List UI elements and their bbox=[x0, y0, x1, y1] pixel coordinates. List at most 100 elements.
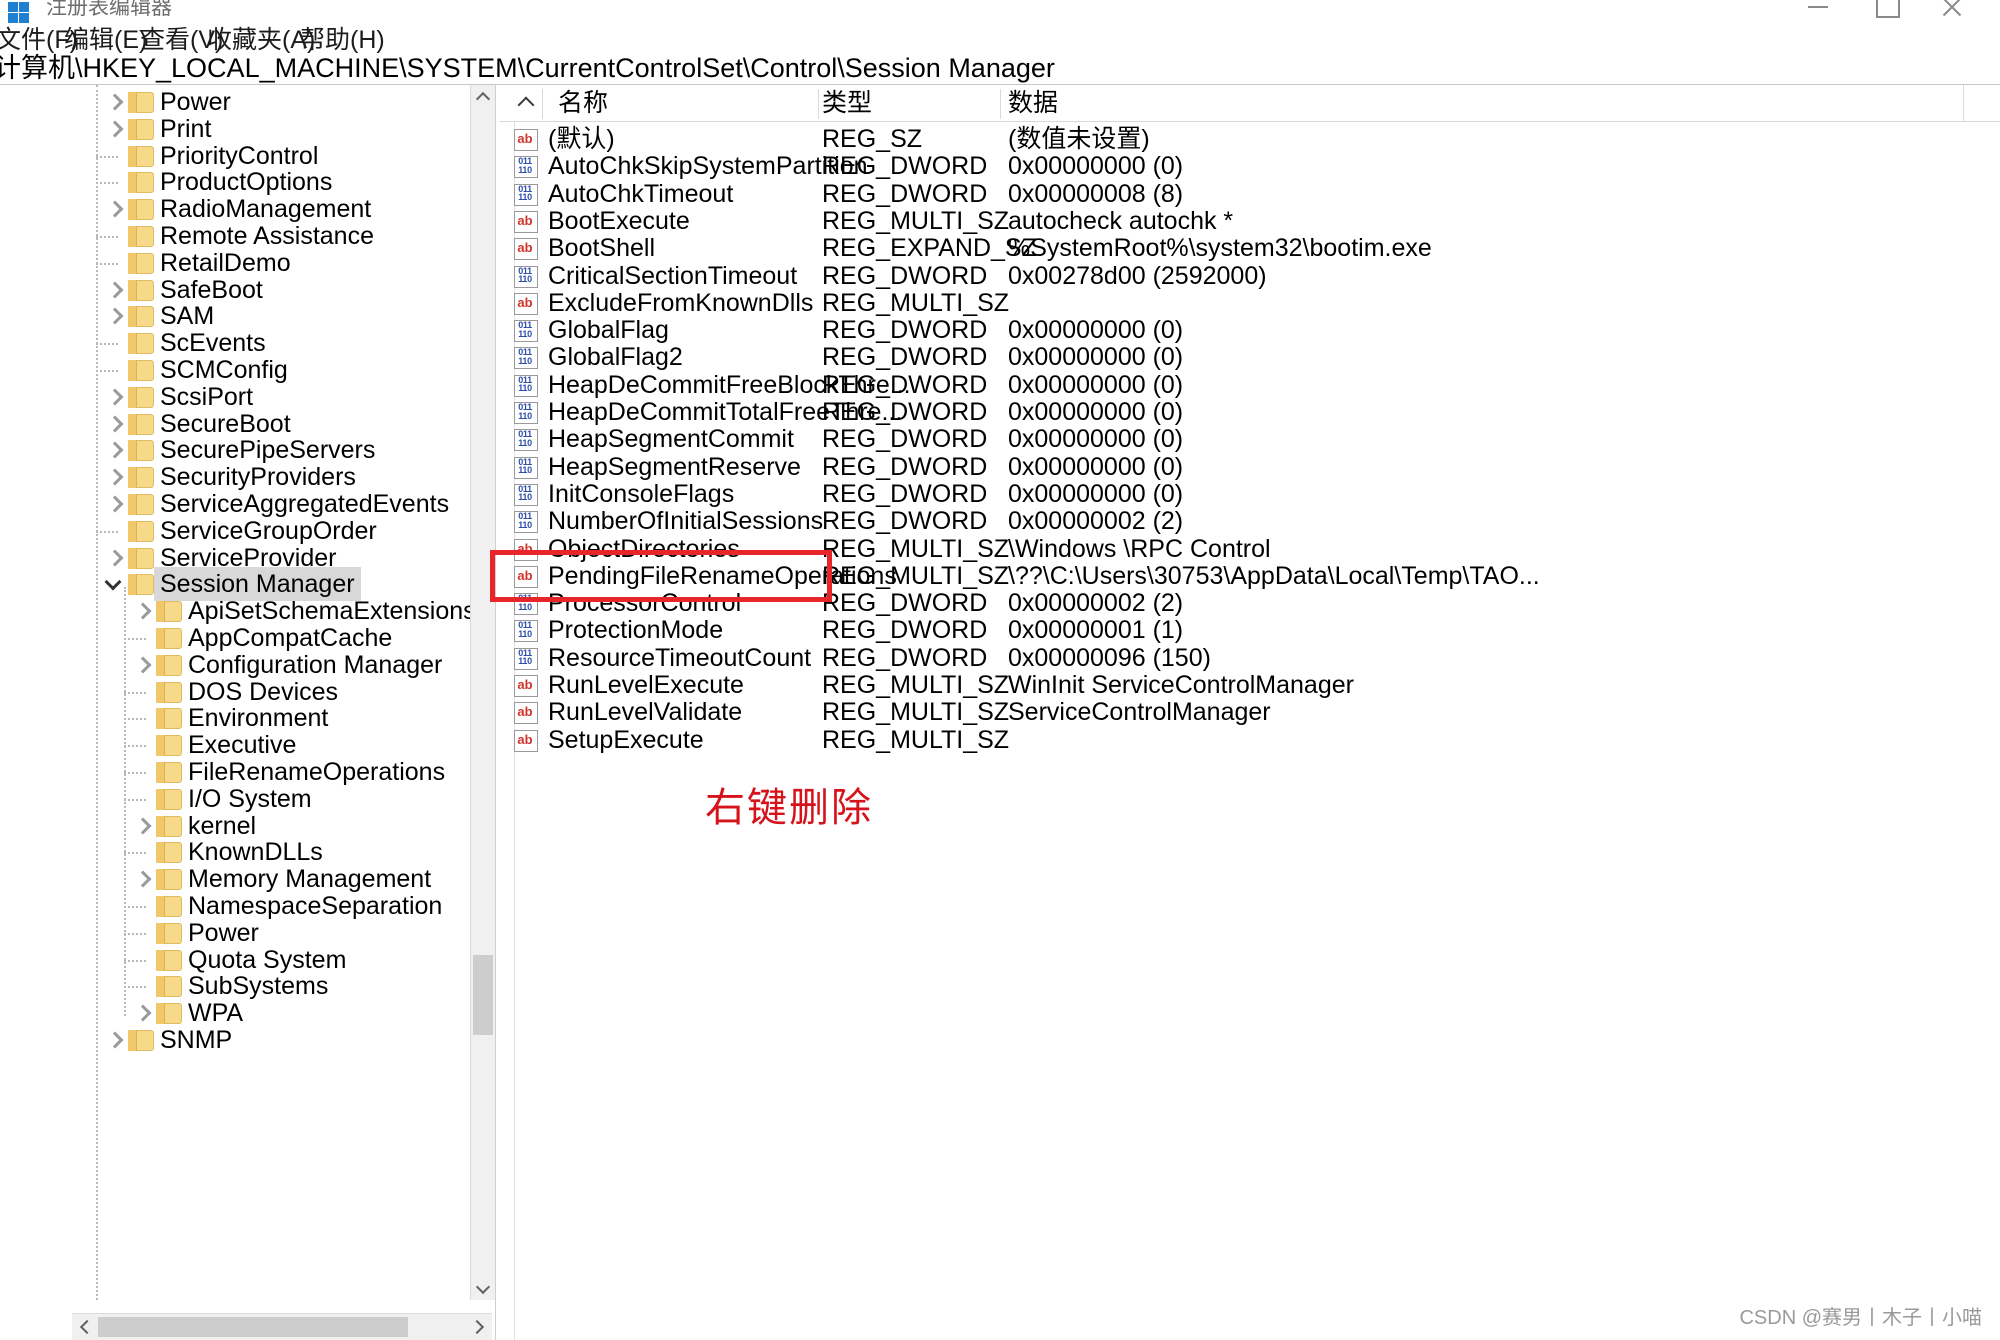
chevron-right-icon[interactable] bbox=[106, 416, 122, 432]
table-row[interactable]: abRunLevelExecuteREG_MULTI_SZWinInit Ser… bbox=[500, 672, 2000, 699]
table-row[interactable]: 011110HeapDeCommitTotalFreeThre...REG_DW… bbox=[500, 399, 2000, 426]
column-header-name[interactable]: 名称 bbox=[558, 85, 608, 121]
tree-item-label: SNMP bbox=[160, 1023, 232, 1057]
table-row[interactable]: 011110GlobalFlagREG_DWORD0x00000000 (0) bbox=[500, 317, 2000, 344]
registry-path: 计算机\HKEY_LOCAL_MACHINE\SYSTEM\CurrentCon… bbox=[0, 52, 1055, 84]
chevron-right-icon[interactable] bbox=[106, 121, 122, 137]
maximize-button[interactable] bbox=[1876, 0, 1900, 18]
table-row[interactable]: 011110HeapSegmentReserveREG_DWORD0x00000… bbox=[500, 454, 2000, 481]
chevron-right-icon[interactable] bbox=[106, 496, 122, 512]
value-name: RunLevelValidate bbox=[548, 699, 742, 726]
close-button[interactable] bbox=[1940, 0, 1962, 18]
chevron-right-icon[interactable] bbox=[134, 818, 150, 834]
folder-icon bbox=[156, 655, 182, 676]
registry-tree[interactable]: PowerPrintPriorityControlProductOptionsR… bbox=[72, 85, 492, 1300]
value-type: REG_DWORD bbox=[822, 508, 987, 535]
chevron-right-icon[interactable] bbox=[106, 1032, 122, 1048]
address-bar[interactable]: 计算机\HKEY_LOCAL_MACHINE\SYSTEM\CurrentCon… bbox=[0, 54, 2000, 85]
value-name: BootExecute bbox=[548, 208, 690, 235]
chevron-right-icon[interactable] bbox=[134, 871, 150, 887]
hscroll-thumb[interactable] bbox=[98, 1317, 408, 1337]
value-type: REG_DWORD bbox=[822, 153, 987, 180]
value-name: ProtectionMode bbox=[548, 617, 723, 644]
value-type: REG_MULTI_SZ bbox=[822, 536, 1009, 563]
table-row[interactable]: 011110NumberOfInitialSessionsREG_DWORD0x… bbox=[500, 508, 2000, 535]
chevron-right-icon[interactable] bbox=[134, 1005, 150, 1021]
table-row[interactable]: 011110HeapDeCommitFreeBlockThre...REG_DW… bbox=[500, 372, 2000, 399]
folder-icon bbox=[128, 467, 154, 488]
value-name: BootShell bbox=[548, 235, 655, 262]
chevron-right-icon[interactable] bbox=[106, 282, 122, 298]
table-row[interactable]: abBootShellREG_EXPAND_SZ%SystemRoot%\sys… bbox=[500, 235, 2000, 262]
value-name: HeapSegmentReserve bbox=[548, 454, 801, 481]
table-row[interactable]: 011110InitConsoleFlagsREG_DWORD0x0000000… bbox=[500, 481, 2000, 508]
table-row[interactable]: abSetupExecuteREG_MULTI_SZ bbox=[500, 727, 2000, 754]
chevron-right-icon[interactable] bbox=[106, 94, 122, 110]
value-name: HeapSegmentCommit bbox=[548, 426, 794, 453]
tree-connector bbox=[124, 799, 146, 801]
folder-icon bbox=[128, 199, 154, 220]
main-content: PowerPrintPriorityControlProductOptionsR… bbox=[0, 85, 2000, 1340]
table-row[interactable]: 011110HeapSegmentCommitREG_DWORD0x000000… bbox=[500, 426, 2000, 453]
value-data: %SystemRoot%\system32\bootim.exe bbox=[1008, 235, 1432, 262]
scroll-right-arrow-icon[interactable] bbox=[466, 1314, 492, 1340]
tree-connector bbox=[96, 370, 118, 372]
tree-item-snmp[interactable]: SNMP bbox=[72, 1023, 492, 1057]
table-row[interactable]: abExcludeFromKnownDllsREG_MULTI_SZ bbox=[500, 290, 2000, 317]
chevron-right-icon[interactable] bbox=[106, 442, 122, 458]
value-type: REG_DWORD bbox=[822, 344, 987, 371]
folder-icon bbox=[128, 387, 154, 408]
value-data: 0x00000000 (0) bbox=[1008, 399, 1183, 426]
value-name: SetupExecute bbox=[548, 727, 704, 754]
chevron-down-icon[interactable] bbox=[106, 576, 122, 592]
table-row[interactable]: 011110ProtectionModeREG_DWORD0x00000001 … bbox=[500, 617, 2000, 644]
string-value-icon: ab bbox=[514, 129, 538, 151]
table-row[interactable]: abBootExecuteREG_MULTI_SZautocheck autoc… bbox=[500, 208, 2000, 235]
chevron-right-icon[interactable] bbox=[106, 201, 122, 217]
value-data: 0x00000002 (2) bbox=[1008, 508, 1183, 535]
tree-connector bbox=[124, 718, 146, 720]
minimize-button[interactable] bbox=[1808, 6, 1828, 8]
column-header-data[interactable]: 数据 bbox=[1008, 85, 1058, 121]
tree-scroll-thumb[interactable] bbox=[473, 955, 493, 1035]
tree-horizontal-scrollbar[interactable] bbox=[72, 1313, 492, 1340]
tree-vertical-scrollbar[interactable] bbox=[470, 85, 495, 1300]
value-type: REG_MULTI_SZ bbox=[822, 699, 1009, 726]
chevron-right-icon[interactable] bbox=[106, 550, 122, 566]
value-name: RunLevelExecute bbox=[548, 672, 744, 699]
registry-values-list[interactable]: 名称 类型 数据 ab(默认)REG_SZ(数值未设置)011110AutoCh… bbox=[500, 85, 2000, 1340]
chevron-right-icon[interactable] bbox=[106, 389, 122, 405]
sort-ascending-icon[interactable] bbox=[518, 93, 534, 109]
chevron-right-icon[interactable] bbox=[134, 603, 150, 619]
value-data: 0x00278d00 (2592000) bbox=[1008, 263, 1267, 290]
value-name: GlobalFlag bbox=[548, 317, 669, 344]
scroll-down-arrow-icon[interactable] bbox=[471, 1276, 495, 1300]
chevron-right-icon[interactable] bbox=[106, 469, 122, 485]
folder-icon bbox=[156, 628, 182, 649]
chevron-right-icon[interactable] bbox=[106, 308, 122, 324]
value-type: REG_DWORD bbox=[822, 481, 987, 508]
folder-icon bbox=[156, 842, 182, 863]
scroll-left-arrow-icon[interactable] bbox=[72, 1314, 98, 1340]
tree-connector bbox=[96, 182, 118, 184]
value-data: 0x00000000 (0) bbox=[1008, 372, 1183, 399]
dword-value-icon: 011110 bbox=[514, 511, 538, 533]
table-row[interactable]: ab(默认)REG_SZ(数值未设置) bbox=[500, 126, 2000, 153]
table-row[interactable]: 011110GlobalFlag2REG_DWORD0x00000000 (0) bbox=[500, 344, 2000, 371]
value-data: autocheck autochk * bbox=[1008, 208, 1233, 235]
table-row[interactable]: 011110AutoChkSkipSystemPartitionREG_DWOR… bbox=[500, 153, 2000, 180]
folder-icon bbox=[156, 869, 182, 890]
table-row[interactable]: 011110AutoChkTimeoutREG_DWORD0x00000008 … bbox=[500, 181, 2000, 208]
folder-icon bbox=[156, 789, 182, 810]
table-row[interactable]: abRunLevelValidateREG_MULTI_SZServiceCon… bbox=[500, 699, 2000, 726]
scroll-up-arrow-icon[interactable] bbox=[471, 85, 495, 109]
column-header-type[interactable]: 类型 bbox=[822, 85, 872, 121]
chevron-right-icon[interactable] bbox=[134, 657, 150, 673]
dword-value-icon: 011110 bbox=[514, 402, 538, 424]
value-data: \??\C:\Users\30753\AppData\Local\Temp\TA… bbox=[1008, 563, 1540, 590]
table-row[interactable]: 011110ResourceTimeoutCountREG_DWORD0x000… bbox=[500, 645, 2000, 672]
table-row[interactable]: 011110CriticalSectionTimeoutREG_DWORD0x0… bbox=[500, 263, 2000, 290]
tree-connector bbox=[96, 156, 118, 158]
title-bar: 注册表编辑器 bbox=[0, 0, 2000, 26]
value-data: 0x00000000 (0) bbox=[1008, 481, 1183, 508]
